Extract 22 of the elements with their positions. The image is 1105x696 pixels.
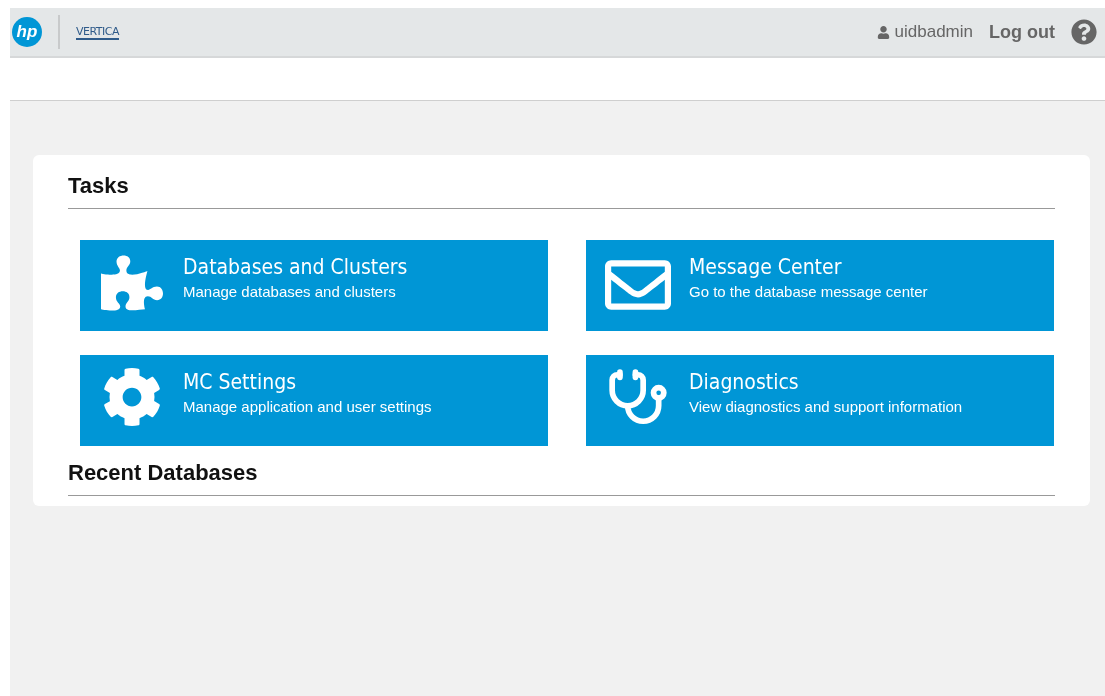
tile-subtitle: Manage application and user settings [183,398,432,415]
task-tile[interactable]: Message Center Go to the database message center [586,240,1054,331]
puzzle-icon [100,252,163,314]
task-tile[interactable]: Diagnostics View diagnostics and support information [586,355,1054,446]
section-title: Recent Databases [68,456,1055,496]
tile-subtitle: View diagnostics and support information [689,398,963,415]
section-title: Tasks [68,169,1055,209]
username: uidbadmin [894,22,973,42]
gear-icon [101,367,162,427]
help-icon[interactable] [1071,19,1097,45]
tile-title: Diagnostics [689,370,800,394]
tile-title: Message Center [689,255,843,279]
tile-title: MC Settings [183,370,297,394]
task-tile[interactable]: Databases and Clusters Manage databases and clusters [80,240,548,331]
tile-subtitle: Manage databases and clusters [183,283,397,300]
user-icon [876,25,890,39]
logout-link[interactable]: Log out [989,21,1055,43]
tile-title: Databases and Clusters [183,255,408,279]
task-tile[interactable]: MC Settings Manage application and user settings [80,355,548,446]
hp-logo[interactable]: hp [12,17,42,47]
tile-subtitle: Go to the database message center [689,283,928,300]
vertica-logo[interactable]: VERTICA [76,24,119,40]
